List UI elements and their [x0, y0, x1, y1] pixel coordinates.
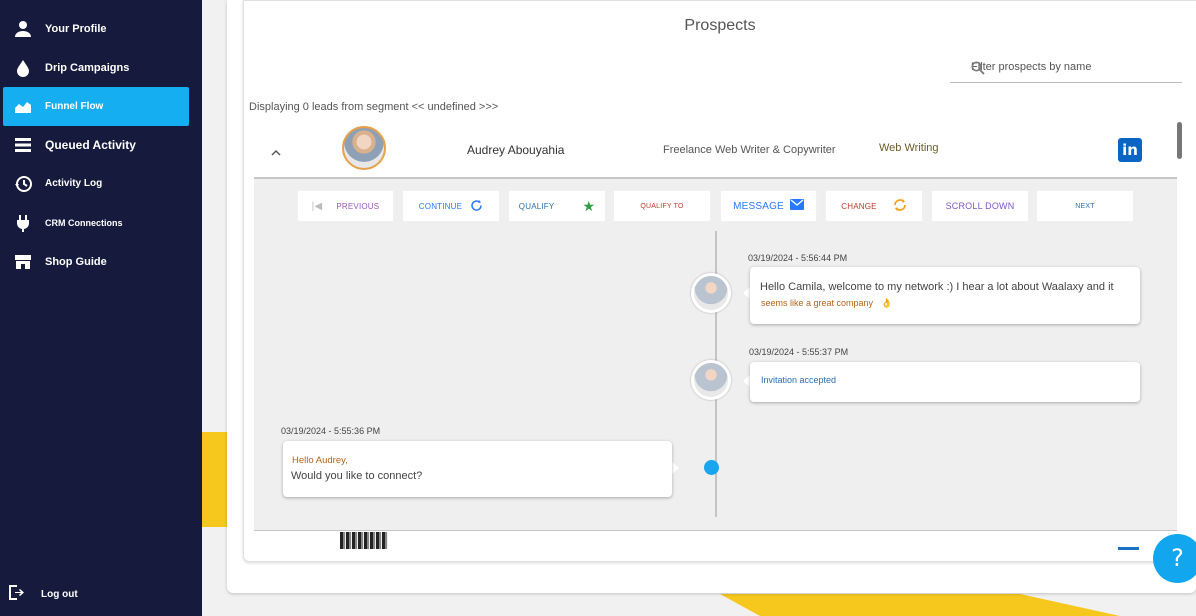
sidebar-item-label: Queued Activity [45, 137, 136, 152]
sidebar-item-funnel-flow[interactable]: Funnel Flow [3, 87, 189, 126]
list-icon [13, 135, 33, 155]
help-button[interactable]: ? [1153, 534, 1196, 583]
segment-info: Displaying 0 leads from segment << undef… [249, 101, 499, 113]
sidebar-item-activity-log[interactable]: Activity Log [3, 164, 189, 203]
next-button[interactable]: NEXT [1036, 190, 1134, 222]
message-bubble: Invitation accepted [750, 362, 1140, 402]
change-button[interactable]: CHANGE [825, 190, 923, 222]
sidebar-item-shop-guide[interactable]: Shop Guide [3, 242, 189, 281]
scroll-down-button[interactable]: SCROLL DOWN [931, 190, 1029, 222]
linkedin-icon[interactable] [1118, 547, 1139, 550]
search-icon[interactable] [971, 61, 1180, 78]
avatar [691, 273, 731, 313]
first-page-icon: |◀ [311, 200, 323, 212]
sidebar-item-label: Funnel Flow [45, 101, 104, 112]
sync-icon [893, 198, 907, 214]
logout-label: Log out [41, 588, 78, 600]
logout-button[interactable]: Log out [8, 584, 78, 604]
message-text: Hello Audrey, [292, 455, 348, 466]
button-label: CONTINUE [418, 201, 463, 211]
sidebar-item-your-profile[interactable]: Your Profile [3, 9, 189, 48]
previous-button[interactable]: |◀ PREVIOUS [297, 190, 394, 222]
sidebar-item-queued-activity[interactable]: Queued Activity [3, 125, 189, 164]
sidebar-item-crm-connections[interactable]: CRM Connections [3, 203, 189, 242]
chart-icon [13, 97, 33, 117]
sidebar-item-label: Activity Log [45, 178, 103, 189]
button-label: CHANGE [841, 201, 877, 211]
prospect-job: Freelance Web Writer & Copywriter [663, 144, 836, 156]
continue-button[interactable]: CONTINUE [402, 190, 500, 222]
page-title: Prospects [684, 17, 756, 34]
prospect-tag: Web Writing [879, 142, 939, 154]
avatar [340, 532, 388, 549]
message-bubble: Hello Audrey, Would you like to connect? [283, 441, 672, 497]
search-input[interactable]: Filter prospects by name [950, 56, 1182, 83]
sidebar-item-drip-campaigns[interactable]: Drip Campaigns [3, 48, 189, 87]
qualify-to-button[interactable]: QUALIFY TO [613, 190, 711, 222]
timestamp: 03/19/2024 - 5:55:36 PM [281, 426, 381, 436]
bubble-pointer [743, 287, 750, 299]
prospect-row[interactable]: Audrey Abouyahia Freelance Web Writer & … [244, 123, 1196, 179]
plug-icon [13, 213, 33, 233]
store-icon [13, 252, 33, 272]
chevron-up-icon[interactable] [271, 143, 281, 161]
avatar [342, 126, 386, 170]
button-label: PREVIOUS [336, 201, 380, 211]
sidebar-item-label: Drip Campaigns [45, 61, 130, 74]
message-text: Invitation accepted [761, 375, 837, 385]
history-icon [13, 174, 33, 194]
timestamp: 03/19/2024 - 5:56:44 PM [748, 253, 848, 263]
prospect-detail: |◀ PREVIOUS CONTINUE QUALIFY ★ QUALIFY T… [254, 177, 1177, 531]
button-label: MESSAGE [733, 200, 784, 212]
user-icon [13, 19, 33, 39]
bubble-pointer [672, 462, 679, 474]
message-text: Would you like to connect? [291, 470, 423, 482]
background-decoration [720, 594, 1120, 616]
star-icon: ★ [582, 197, 596, 214]
sidebar-item-label: Shop Guide [45, 255, 107, 268]
message-bubble: Hello Camila, welcome to my network :) I… [750, 267, 1140, 324]
button-label: QUALIFY [518, 201, 555, 211]
linkedin-icon[interactable]: in [1118, 138, 1142, 162]
button-label: SCROLL DOWN [945, 201, 1015, 211]
sidebar: Your Profile Drip Campaigns Funnel Flow … [0, 0, 202, 616]
timestamp: 03/19/2024 - 5:55:37 PM [749, 347, 849, 357]
message-button[interactable]: MESSAGE [720, 190, 817, 222]
message-text: Hello Camila, welcome to my network :) I… [760, 281, 1114, 293]
qualify-button[interactable]: QUALIFY ★ [508, 190, 606, 222]
drop-icon [13, 58, 33, 78]
message-text: seems like a great company 👌 [761, 298, 892, 309]
button-label: QUALIFY TO [640, 202, 684, 210]
avatar [691, 360, 731, 400]
sidebar-item-label: Your Profile [45, 22, 107, 35]
ok-hand-icon: 👌 [881, 298, 893, 308]
button-label: NEXT [1075, 202, 1095, 210]
scrollbar[interactable] [1177, 122, 1182, 159]
mail-icon [789, 199, 804, 213]
prospect-name: Audrey Abouyahia [467, 143, 565, 157]
sidebar-item-label: CRM Connections [45, 217, 123, 228]
refresh-icon [470, 199, 483, 214]
timeline-dot [704, 460, 719, 475]
logout-icon [8, 584, 25, 604]
bubble-pointer [743, 375, 750, 387]
message-text-line: seems like a great company [761, 298, 874, 308]
